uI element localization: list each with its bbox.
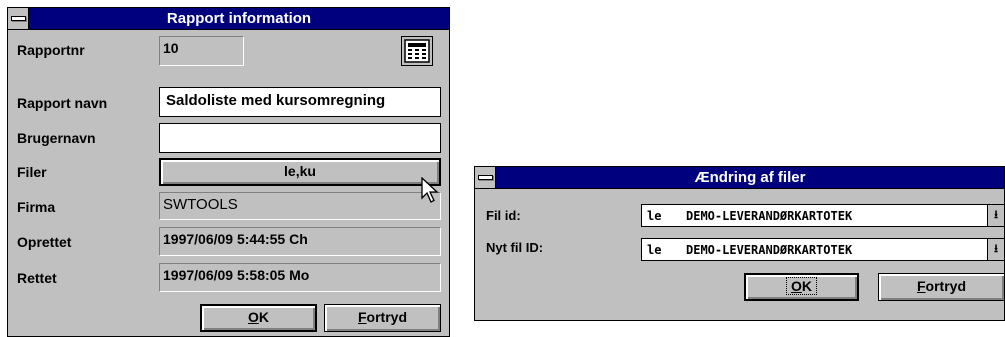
rapportnr-label: Rapportnr bbox=[17, 42, 85, 58]
calculator-icon[interactable] bbox=[401, 36, 433, 66]
ok-mnemonic: O bbox=[247, 309, 259, 325]
dialog-title: Ændring af filer bbox=[694, 169, 806, 186]
ok-label: K bbox=[801, 278, 812, 294]
cancel-label: ortryd bbox=[925, 278, 966, 294]
ok-focus: OK bbox=[785, 277, 818, 295]
nyt-fil-id-dropdown[interactable]: le DEMO-LEVERANDØRKARTOTEK ⭳ bbox=[641, 238, 1005, 261]
ok-mnemonic: O bbox=[790, 278, 802, 294]
dropdown-arrow-icon[interactable]: ⭳ bbox=[987, 205, 1004, 226]
nyt-fil-id-value: DEMO-LEVERANDØRKARTOTEK bbox=[686, 243, 853, 257]
rapport-information-dialog: Rapport information Rapportnr 10 Rapport… bbox=[7, 7, 450, 337]
cancel-button[interactable]: Fortryd bbox=[878, 273, 1005, 301]
fil-id-dropdown[interactable]: le DEMO-LEVERANDØRKARTOTEK ⭳ bbox=[641, 204, 1005, 227]
brugernavn-input[interactable] bbox=[159, 123, 441, 153]
fil-id-code: le bbox=[647, 209, 662, 223]
ok-button[interactable]: OK bbox=[200, 304, 317, 332]
cancel-button[interactable]: Fortryd bbox=[324, 304, 441, 332]
cancel-mnemonic: F bbox=[916, 278, 926, 294]
rapportnr-field: 10 bbox=[159, 36, 244, 66]
dropdown-arrow-icon[interactable]: ⭳ bbox=[987, 239, 1004, 260]
oprettet-field: 1997/06/09 5:44:55 Ch bbox=[159, 227, 441, 256]
filer-button[interactable]: le,ku bbox=[159, 158, 441, 186]
title-bar: Ændring af filer bbox=[475, 167, 1004, 189]
firma-field: SWTOOLS bbox=[159, 192, 441, 220]
fil-id-label: Fil id: bbox=[486, 208, 521, 223]
rapport-navn-label: Rapport navn bbox=[17, 95, 108, 111]
dialog-title: Rapport information bbox=[166, 10, 312, 27]
system-menu-icon[interactable] bbox=[475, 167, 496, 188]
fil-id-value: DEMO-LEVERANDØRKARTOTEK bbox=[686, 209, 853, 223]
title-bar: Rapport information bbox=[8, 8, 449, 30]
filer-label: Filer bbox=[17, 164, 47, 180]
ok-label: K bbox=[258, 309, 269, 325]
cancel-label: ortryd bbox=[366, 309, 407, 325]
system-menu-icon[interactable] bbox=[8, 8, 29, 29]
rettet-label: Rettet bbox=[17, 270, 57, 286]
mouse-pointer-icon bbox=[421, 177, 439, 203]
cancel-mnemonic: F bbox=[357, 309, 367, 325]
oprettet-label: Oprettet bbox=[17, 234, 72, 250]
brugernavn-label: Brugernavn bbox=[17, 130, 96, 146]
nyt-fil-id-label: Nyt fil ID: bbox=[486, 240, 544, 255]
rettet-field: 1997/06/09 5:58:05 Mo bbox=[159, 263, 441, 292]
ok-button[interactable]: OK bbox=[744, 273, 859, 301]
aendring-af-filer-dialog: Ændring af filer Fil id: le DEMO-LEVERAN… bbox=[474, 166, 1005, 321]
firma-label: Firma bbox=[17, 199, 56, 215]
nyt-fil-id-code: le bbox=[647, 243, 662, 257]
rapport-navn-input[interactable]: Saldoliste med kursomregning bbox=[159, 87, 441, 117]
